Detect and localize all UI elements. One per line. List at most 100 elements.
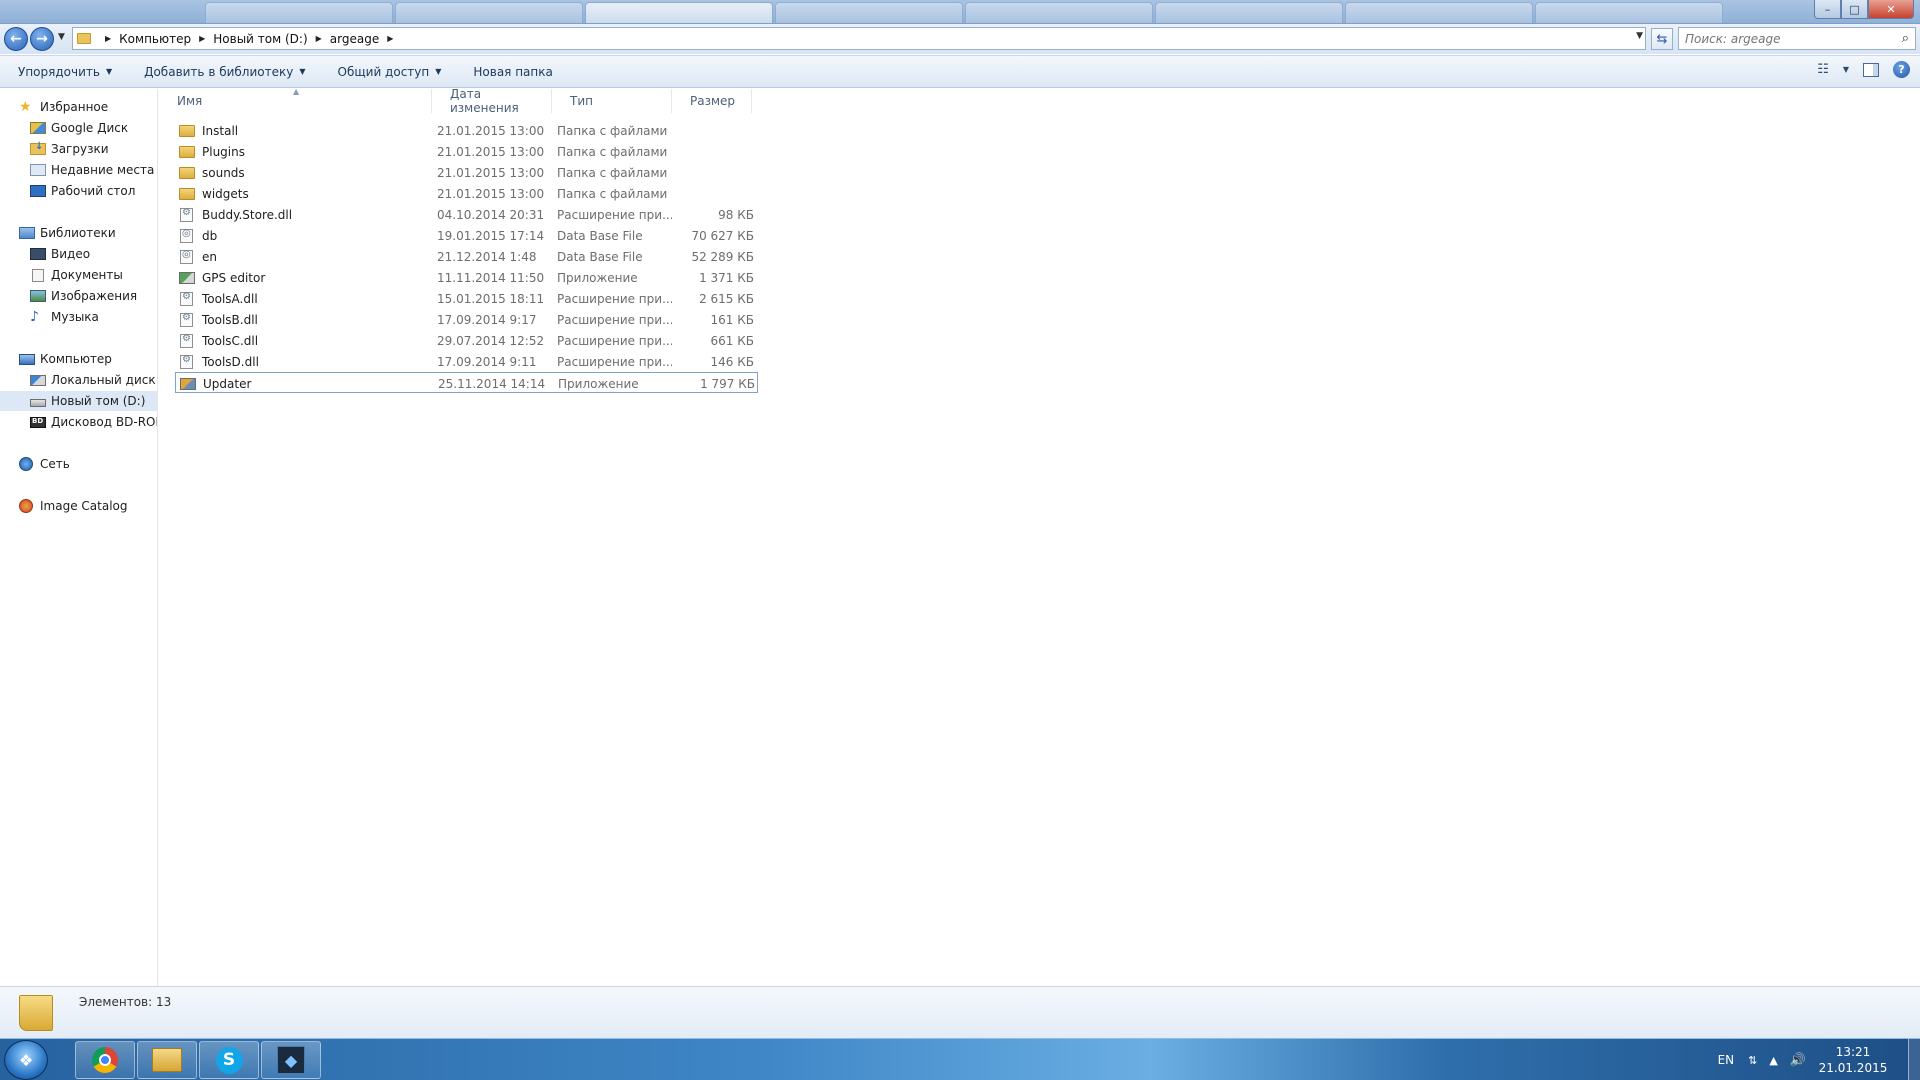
nav-new-volume-d[interactable]: Новый том (D:) (0, 391, 157, 411)
nav-desktop[interactable]: Рабочий стол (0, 181, 157, 201)
clock[interactable]: 13:21 21.01.2015 (1818, 1044, 1888, 1076)
table-row[interactable]: ToolsA.dll 15.01.2015 18:11 Расширение п… (175, 288, 758, 309)
change-view-icon[interactable]: ☷ (1817, 62, 1829, 77)
column-size-label: Размер (690, 94, 736, 108)
nav-bd-rom[interactable]: Дисковод BD-ROM (0, 412, 157, 432)
table-row[interactable]: ToolsD.dll 17.09.2014 9:11 Расширение пр… (175, 351, 758, 372)
table-row[interactable]: Install 21.01.2015 13:00 Папка с файлами (175, 120, 758, 141)
nav-downloads[interactable]: Загрузки (0, 139, 157, 159)
file-date: 21.12.2014 1:48 (437, 249, 537, 264)
chevron-right-icon[interactable]: ▶ (387, 34, 393, 43)
file-type: Data Base File (557, 228, 643, 243)
file-date: 19.01.2015 17:14 (437, 228, 545, 243)
nav-image-catalog[interactable]: Image Catalog (0, 496, 157, 516)
taskbar-explorer[interactable] (137, 1041, 197, 1079)
column-size[interactable]: Размер (672, 89, 752, 113)
table-row[interactable]: sounds 21.01.2015 13:00 Папка с файлами (175, 162, 758, 183)
table-row[interactable]: Plugins 21.01.2015 13:00 Папка с файлами (175, 141, 758, 162)
nav-libraries[interactable]: Библиотеки (0, 223, 157, 243)
volume-icon[interactable]: 🔊 (1790, 1053, 1806, 1068)
file-size (675, 120, 758, 141)
organize-button[interactable]: Упорядочить ▼ (8, 60, 122, 84)
column-date-label: Дата изменения (450, 87, 519, 115)
nav-libraries-label: Библиотеки (40, 226, 116, 240)
file-size: 1 371 КБ (699, 270, 754, 285)
updater-app-icon (180, 377, 196, 390)
table-row[interactable]: en 21.12.2014 1:48 Data Base File 52 289… (175, 246, 758, 267)
table-row[interactable]: Buddy.Store.dll 04.10.2014 20:31 Расшире… (175, 204, 758, 225)
background-tab (585, 2, 773, 23)
nav-documents[interactable]: Документы (0, 265, 157, 285)
window-controls: – □ ✕ (1814, 0, 1914, 19)
column-name-label: Имя (177, 94, 203, 108)
maximize-button[interactable]: □ (1841, 0, 1868, 19)
bd-rom-drive-icon (30, 416, 46, 428)
network-tray-icon[interactable]: ⇅ (1748, 1054, 1757, 1067)
preview-pane-icon[interactable] (1863, 62, 1879, 77)
chevron-down-icon[interactable]: ▼ (1843, 65, 1849, 74)
file-name-cell: ToolsD.dll (179, 351, 429, 372)
column-type[interactable]: Тип (552, 89, 672, 113)
background-browser-tabs (205, 2, 1723, 24)
back-button[interactable]: ← (4, 27, 28, 51)
nav-favorites[interactable]: ★ Избранное (0, 97, 157, 117)
nav-video[interactable]: Видео (0, 244, 157, 264)
minimize-button[interactable]: – (1814, 0, 1841, 19)
navigation-pane: ★ Избранное Google Диск Загрузки Недавни… (0, 89, 158, 986)
nav-local-disk-c[interactable]: Локальный диск (C (0, 370, 157, 390)
breadcrumb-drive-d[interactable]: Новый том (D:) (213, 32, 307, 46)
column-name[interactable]: Имя ▲ (159, 87, 432, 113)
file-type: Папка с файлами (557, 186, 668, 201)
file-size: 70 627 КБ (691, 228, 754, 243)
language-indicator[interactable]: EN (1718, 1053, 1735, 1067)
share-label: Общий доступ (337, 64, 430, 79)
file-name-cell: widgets (179, 183, 429, 204)
show-hidden-icons-icon[interactable]: ▲ (1769, 1054, 1777, 1067)
table-row[interactable]: db 19.01.2015 17:14 Data Base File 70 62… (175, 225, 758, 246)
address-history-dropdown[interactable]: ▼ (1636, 31, 1643, 41)
show-desktop-button[interactable] (1908, 1039, 1920, 1080)
file-date: 21.01.2015 13:00 (437, 165, 545, 180)
dll-file-icon (180, 291, 193, 306)
chevron-right-icon[interactable]: ▶ (105, 34, 111, 43)
search-icon[interactable]: ⌕ (1902, 31, 1909, 46)
file-date: 11.11.2014 11:50 (437, 270, 545, 285)
nav-music[interactable]: ♪ Музыка (0, 307, 157, 327)
nav-recent-places[interactable]: Недавние места (0, 160, 157, 180)
new-folder-button[interactable]: Новая папка (463, 60, 562, 84)
nav-pictures[interactable]: Изображения (0, 286, 157, 306)
recent-pages-dropdown[interactable]: ▼ (58, 32, 65, 42)
nav-computer[interactable]: Компьютер (0, 349, 157, 369)
nav-network[interactable]: Сеть (0, 454, 157, 474)
file-name-cell: GPS editor (179, 267, 429, 288)
search-box[interactable]: ⌕ (1678, 27, 1916, 50)
help-icon[interactable]: ? (1893, 61, 1910, 78)
share-button[interactable]: Общий доступ ▼ (328, 60, 452, 84)
table-row[interactable]: ToolsC.dll 29.07.2014 12:52 Расширение п… (175, 330, 758, 351)
breadcrumb-argeage[interactable]: argeage (330, 32, 379, 46)
add-to-library-button[interactable]: Добавить в библиотеку ▼ (134, 60, 315, 84)
organize-label: Упорядочить (18, 64, 100, 79)
column-date[interactable]: Дата изменения (432, 87, 552, 115)
file-name-cell: ToolsA.dll (179, 288, 429, 309)
start-button[interactable]: ❖ (4, 1040, 48, 1080)
breadcrumb-computer[interactable]: Компьютер (119, 32, 191, 46)
taskbar-ide[interactable]: ◆ (261, 1041, 321, 1079)
chevron-right-icon[interactable]: ▶ (199, 34, 205, 43)
forward-button[interactable]: → (30, 27, 54, 51)
table-row[interactable]: widgets 21.01.2015 13:00 Папка с файлами (175, 183, 758, 204)
taskbar-chrome[interactable] (75, 1041, 135, 1079)
close-button[interactable]: ✕ (1868, 0, 1914, 19)
search-input[interactable] (1685, 31, 1890, 46)
nav-google-drive[interactable]: Google Диск (0, 118, 157, 138)
folder-icon (77, 33, 91, 44)
taskbar-skype[interactable]: S (199, 1041, 259, 1079)
file-name-cell: Updater (180, 373, 430, 394)
chevron-right-icon[interactable]: ▶ (316, 34, 322, 43)
nav-item-label: Дисковод BD-ROM (51, 415, 157, 429)
table-row-selected[interactable]: Updater 25.11.2014 14:14 Приложение 1 79… (175, 372, 758, 393)
address-bar[interactable]: ▶ Компьютер ▶ Новый том (D:) ▶ argeage ▶… (72, 27, 1646, 50)
refresh-button[interactable]: ⇆ (1651, 28, 1673, 50)
table-row[interactable]: ToolsB.dll 17.09.2014 9:17 Расширение пр… (175, 309, 758, 330)
table-row[interactable]: GPS editor 11.11.2014 11:50 Приложение 1… (175, 267, 758, 288)
